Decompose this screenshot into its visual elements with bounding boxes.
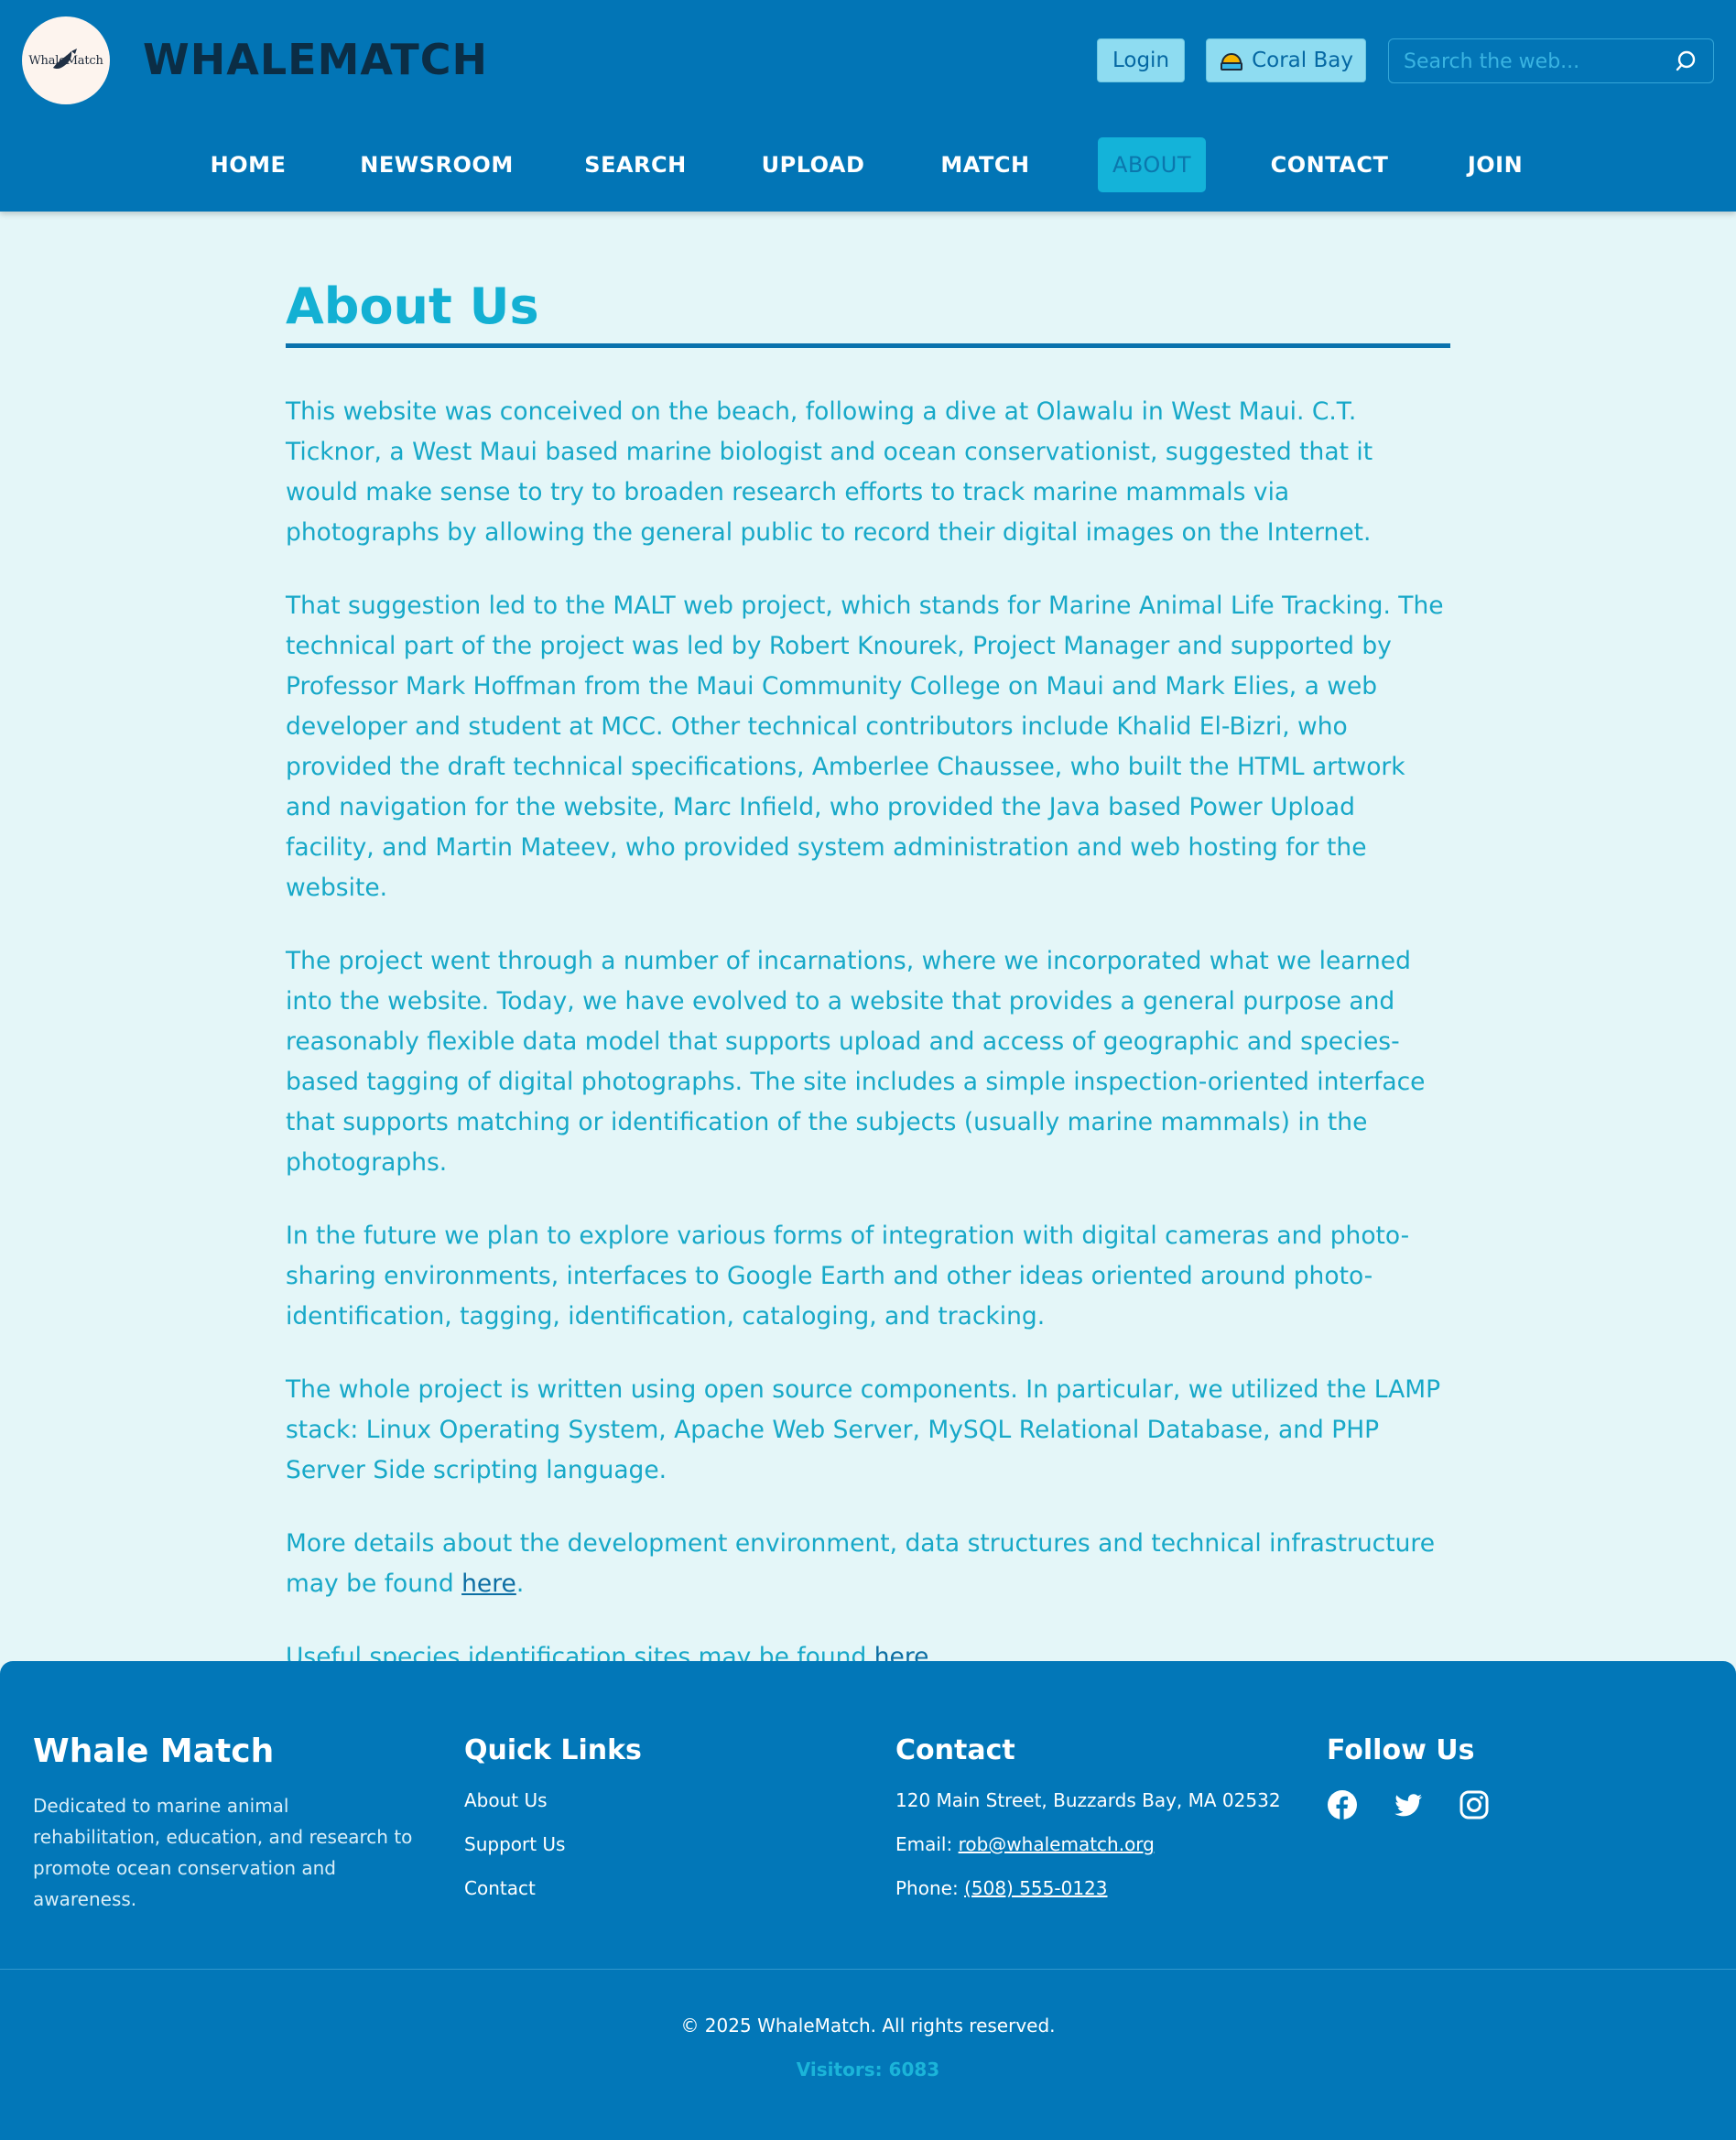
nav-home[interactable]: HOME (196, 137, 300, 192)
paragraph: This website was conceived on the beach,… (286, 397, 1373, 547)
nav-search[interactable]: SEARCH (577, 137, 694, 192)
search-input[interactable] (1404, 49, 1660, 74)
site-logo[interactable]: WhaleMatch (22, 16, 110, 104)
phone-label: Phone: (895, 1877, 965, 1899)
footer-link-support[interactable]: Support Us (464, 1822, 642, 1866)
footer-about-column: Whale Match Dedicated to marine animal r… (33, 1733, 418, 1915)
paragraph: In the future we plan to explore various… (286, 1222, 1410, 1331)
copyright: © 2025 WhaleMatch. All rights reserved. (680, 2015, 1056, 2037)
footer-contact-column: Contact 120 Main Street, Buzzards Bay, M… (895, 1733, 1281, 1910)
nav-upload[interactable]: UPLOAD (755, 137, 871, 192)
instagram-icon[interactable] (1459, 1789, 1490, 1820)
login-button[interactable]: Login (1097, 38, 1185, 82)
nav-join[interactable]: JOIN (1453, 137, 1537, 192)
paragraph: The project went through a number of inc… (286, 947, 1426, 1177)
visitor-counter: Visitors: 6083 (796, 2059, 940, 2080)
footer-quick-links: Quick Links About Us Support Us Contact (464, 1733, 642, 1910)
email-label: Email: (895, 1833, 959, 1855)
follow-heading: Follow Us (1327, 1734, 1475, 1766)
footer-follow-column: Follow Us (1327, 1733, 1490, 1820)
site-footer: Whale Match Dedicated to marine animal r… (0, 1661, 1736, 2140)
site-header: WhaleMatch WHALEMATCH Login Coral Bay HO… (0, 0, 1736, 212)
footer-phone: Phone: (508) 555-0123 (895, 1866, 1281, 1910)
page-title: About Us (286, 277, 539, 335)
nav-contact[interactable]: CONTACT (1268, 137, 1391, 192)
about-paragraphs: This website was conceived on the beach,… (286, 392, 1450, 1678)
search-icon[interactable] (1675, 49, 1700, 74)
footer-brand: Whale Match (33, 1733, 275, 1770)
nav-newsroom[interactable]: NEWSROOM (360, 137, 513, 192)
main-nav: HOME NEWSROOM SEARCH UPLOAD MATCH ABOUT … (0, 137, 1736, 192)
site-brand[interactable]: WHALEMATCH (143, 35, 488, 84)
sunset-icon (1221, 53, 1243, 71)
footer-email: Email: rob@whalematch.org (895, 1822, 1281, 1866)
nav-match[interactable]: MATCH (936, 137, 1035, 192)
details-text: More details about the development envir… (286, 1529, 1436, 1598)
email-link[interactable]: rob@whalematch.org (959, 1833, 1155, 1855)
main-content: About Us This website was conceived on t… (286, 270, 1450, 1711)
search-box (1388, 38, 1714, 83)
contact-heading: Contact (895, 1734, 1015, 1766)
nav-about[interactable]: ABOUT (1098, 137, 1206, 192)
whale-icon (53, 49, 77, 70)
twitter-icon[interactable] (1393, 1789, 1424, 1820)
footer-description: Dedicated to marine animal rehabilitatio… (33, 1795, 413, 1910)
details-link[interactable]: here (461, 1570, 516, 1598)
phone-link[interactable]: (508) 555-0123 (964, 1877, 1107, 1899)
footer-link-contact[interactable]: Contact (464, 1866, 642, 1910)
quick-links-heading: Quick Links (464, 1734, 642, 1766)
details-paragraph: More details about the development envir… (286, 1524, 1450, 1604)
paragraph: The whole project is written using open … (286, 1375, 1441, 1484)
title-divider (286, 343, 1450, 348)
paragraph: That suggestion led to the MALT web proj… (286, 592, 1444, 902)
footer-address: 120 Main Street, Buzzards Bay, MA 02532 (895, 1789, 1281, 1811)
details-end: . (515, 1570, 525, 1598)
facebook-icon[interactable] (1327, 1789, 1358, 1820)
location-label: Coral Bay (1252, 49, 1353, 72)
social-links (1327, 1789, 1490, 1820)
footer-divider (0, 1969, 1736, 1970)
location-button[interactable]: Coral Bay (1206, 38, 1366, 82)
footer-link-about[interactable]: About Us (464, 1778, 642, 1822)
